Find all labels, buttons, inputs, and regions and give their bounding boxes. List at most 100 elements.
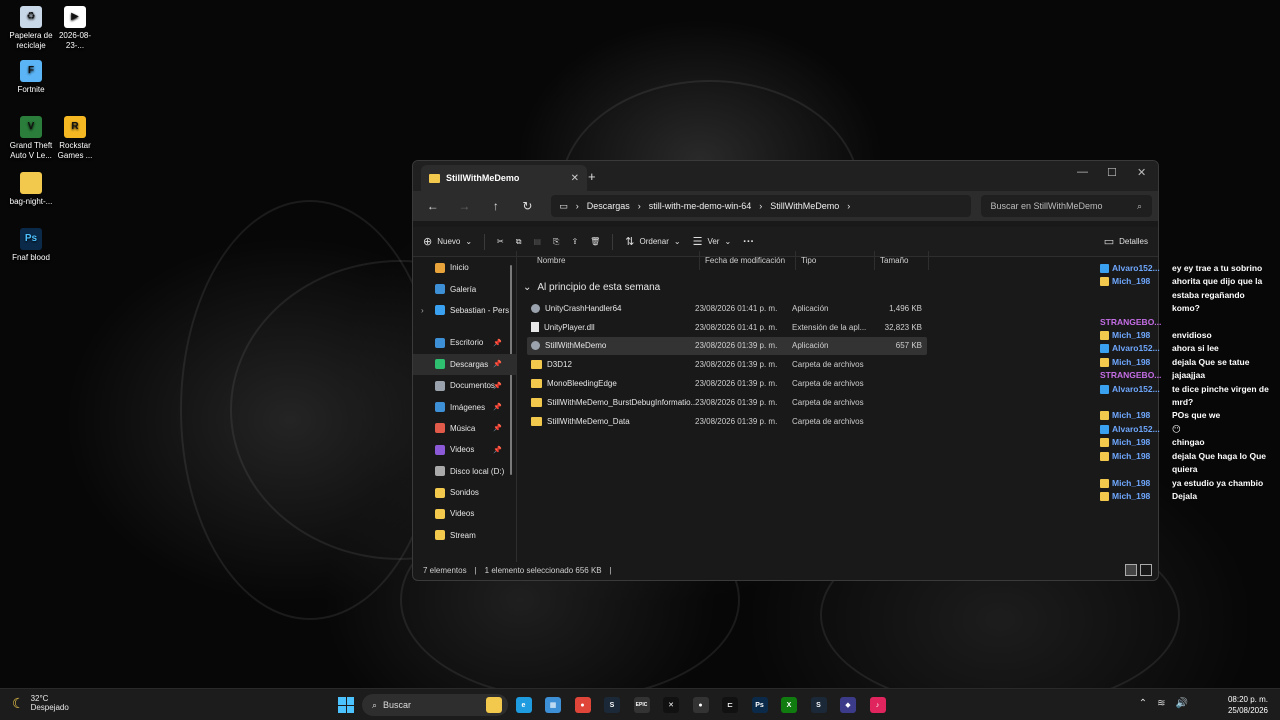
desktop-icon[interactable]: V Grand Theft Auto V Le... bbox=[6, 116, 56, 161]
delete-icon[interactable]: 🗑 bbox=[590, 237, 600, 246]
file-row[interactable]: StillWithMeDemo_Data 23/08/2026 01:39 p. … bbox=[527, 412, 927, 431]
share-icon[interactable]: ⇪ bbox=[571, 237, 578, 246]
file-row[interactable]: MonoBleedingEdge 23/08/2026 01:39 p. m. Ca… bbox=[527, 374, 927, 393]
chat-message: Mich_198 ahorita que dijo que la estaba r… bbox=[1100, 275, 1280, 302]
desktop-icon[interactable]: ♻ Papelera de reciclaje bbox=[6, 6, 56, 51]
column-date[interactable]: Fecha de modificación bbox=[700, 251, 796, 270]
obs-icon[interactable]: ● bbox=[692, 697, 709, 713]
file-row[interactable]: StillWithMeDemo_BurstDebugInformatio... 2… bbox=[527, 393, 927, 412]
chat-badge-icon bbox=[1100, 344, 1109, 354]
more-options-button[interactable]: ··· bbox=[743, 236, 754, 248]
column-size[interactable]: Tamaño bbox=[875, 251, 929, 270]
app-icon[interactable]: ◆ bbox=[840, 697, 856, 713]
music-icon bbox=[435, 423, 445, 434]
close-window-button[interactable]: ✕ bbox=[1137, 166, 1146, 179]
minimize-button[interactable]: — bbox=[1077, 166, 1088, 178]
desktop-icon[interactable]: Ps Fnaf blood bbox=[6, 228, 56, 263]
search-input[interactable]: Buscar en StillWithMeDemo ⌕ bbox=[980, 195, 1153, 217]
capcut-2-icon[interactable]: ⊏ bbox=[722, 697, 738, 713]
file-explorer-icon[interactable] bbox=[486, 697, 502, 713]
taskbar-search-label: Buscar bbox=[383, 700, 412, 710]
tiktok-icon[interactable]: ♪ bbox=[869, 697, 886, 713]
photoshop-icon[interactable]: Ps bbox=[751, 697, 768, 713]
epic-games-icon[interactable]: EPIC bbox=[633, 697, 650, 713]
tab-stillwithmedemo[interactable]: StillWithMeDemo ✕ bbox=[421, 165, 587, 191]
refresh-button[interactable]: ↻ bbox=[514, 199, 542, 213]
store-icon[interactable]: ▦ bbox=[545, 697, 561, 713]
view-button[interactable]: ☰ Ver ⌄ bbox=[693, 235, 732, 248]
sidebar-item[interactable]: Imágenes 📌 bbox=[413, 396, 516, 417]
file-date: 23/08/2026 01:39 p. m. bbox=[695, 416, 778, 426]
column-type[interactable]: Tipo bbox=[796, 251, 875, 270]
steam-2-icon[interactable]: S bbox=[810, 697, 827, 713]
forward-button[interactable]: → bbox=[451, 199, 479, 213]
sidebar-item[interactable]: Descargas 📌 bbox=[413, 353, 516, 375]
sidebar-item[interactable]: Videos bbox=[413, 503, 516, 524]
sidebar-item-label: Galería bbox=[450, 284, 477, 294]
file-date: 23/08/2026 01:39 p. m. bbox=[695, 397, 778, 407]
tiles-view-icon[interactable] bbox=[1140, 564, 1152, 576]
sidebar-item[interactable]: Disco local (D:) bbox=[413, 461, 516, 482]
chevron-right-icon[interactable]: › bbox=[421, 306, 424, 315]
up-button[interactable]: ↑ bbox=[482, 199, 510, 213]
desktop-icon[interactable]: R Rockstar Games ... bbox=[50, 116, 100, 161]
wifi-icon[interactable]: ≋ bbox=[1157, 698, 1165, 709]
file-row[interactable]: UnityPlayer.dll 23/08/2026 01:41 p. m. Ext… bbox=[527, 318, 927, 337]
sidebar-item[interactable]: Música 📌 bbox=[413, 418, 516, 439]
chat-user bbox=[1100, 302, 1172, 315]
steam-icon[interactable]: S bbox=[604, 697, 620, 713]
file-name-cell: StillWithMeDemo_Data bbox=[527, 416, 695, 426]
clock[interactable]: 08:20 p. m. 25/08/2026 bbox=[1228, 694, 1268, 716]
chrome-icon[interactable]: ● bbox=[574, 697, 591, 713]
cut-icon[interactable]: ✂ bbox=[497, 237, 504, 246]
back-button[interactable]: ← bbox=[419, 199, 447, 213]
maximize-button[interactable]: ☐ bbox=[1107, 166, 1117, 179]
desktop-icon[interactable]: bag-night-... bbox=[6, 172, 56, 207]
rename-icon[interactable]: ⎘ bbox=[553, 237, 559, 247]
sidebar-item[interactable]: Inicio bbox=[413, 257, 516, 278]
search-icon: ⌕ bbox=[1136, 200, 1143, 211]
sidebar-item[interactable]: Documentos 📌 bbox=[413, 375, 516, 396]
chat-username: Mich_198 bbox=[1112, 450, 1151, 461]
details-button[interactable]: ▭ Detalles bbox=[1104, 235, 1148, 248]
new-button[interactable]: ⊕ Nuevo ⌄ bbox=[423, 235, 472, 248]
volume-icon[interactable]: 🔊 bbox=[1176, 698, 1188, 709]
paste-icon[interactable]: ▤ bbox=[533, 237, 541, 246]
sidebar-item[interactable]: Videos 📌 bbox=[413, 439, 516, 460]
file-row[interactable]: StillWithMeDemo 23/08/2026 01:39 p. m. Apl… bbox=[527, 336, 927, 356]
weather-widget[interactable]: ☾ 32°C Despejado bbox=[12, 694, 69, 712]
column-name[interactable]: Nombre bbox=[517, 251, 700, 270]
file-type: Aplicación bbox=[792, 341, 829, 351]
sidebar-item[interactable]: Escritorio 📌 bbox=[413, 332, 516, 353]
chat-user: STRANGEBO... bbox=[1100, 369, 1172, 382]
edge-icon[interactable]: e bbox=[515, 697, 532, 713]
sort-button[interactable]: ⇅ Ordenar ⌄ bbox=[625, 235, 680, 248]
start-button[interactable] bbox=[338, 697, 354, 713]
close-tab-icon[interactable]: ✕ bbox=[571, 173, 579, 184]
file-row[interactable]: D3D12 23/08/2026 01:39 p. m. Carpeta de ar… bbox=[527, 355, 927, 374]
chat-user: Mich_198 bbox=[1100, 409, 1172, 422]
chevron-up-icon[interactable]: ⌃ bbox=[1139, 698, 1147, 709]
new-tab-button[interactable]: + bbox=[588, 169, 596, 184]
breadcrumb-item[interactable]: Descargas bbox=[587, 201, 630, 211]
copy-icon[interactable]: ⧉ bbox=[516, 237, 522, 247]
xbox-icon[interactable]: X bbox=[781, 697, 797, 713]
sidebar-item[interactable]: Stream bbox=[413, 525, 516, 546]
breadcrumb-item[interactable]: StillWithMeDemo bbox=[770, 201, 839, 211]
file-row[interactable]: UnityCrashHandler64 23/08/2026 01:41 p. m… bbox=[527, 299, 927, 318]
address-bar[interactable]: ▭ › Descargas › still-with-me-demo-win-6… bbox=[551, 195, 971, 217]
sidebar-item[interactable]: Sonidos bbox=[413, 482, 516, 503]
breadcrumb-item[interactable]: still-with-me-demo-win-64 bbox=[649, 201, 752, 211]
details-view-icon[interactable] bbox=[1125, 564, 1137, 576]
desktop-icon[interactable]: ▶ 2026-08-23-... bbox=[50, 6, 100, 51]
sidebar-item[interactable]: › Sebastian - Pers bbox=[413, 300, 516, 321]
chat-message: Mich_198 Dejala bbox=[1100, 490, 1280, 503]
group-header[interactable]: ⌄ Al principio de esta semana bbox=[517, 270, 1158, 299]
sidebar-item[interactable]: Galería bbox=[413, 278, 516, 299]
chat-username: Alvaro152... bbox=[1112, 343, 1160, 354]
capcut-icon[interactable]: ✕ bbox=[663, 697, 679, 713]
pin-icon: 📌 bbox=[493, 404, 502, 412]
folder-icon bbox=[531, 397, 542, 407]
desktop-icon[interactable]: F Fortnite bbox=[6, 60, 56, 95]
file-type: Carpeta de archivos bbox=[792, 397, 864, 407]
